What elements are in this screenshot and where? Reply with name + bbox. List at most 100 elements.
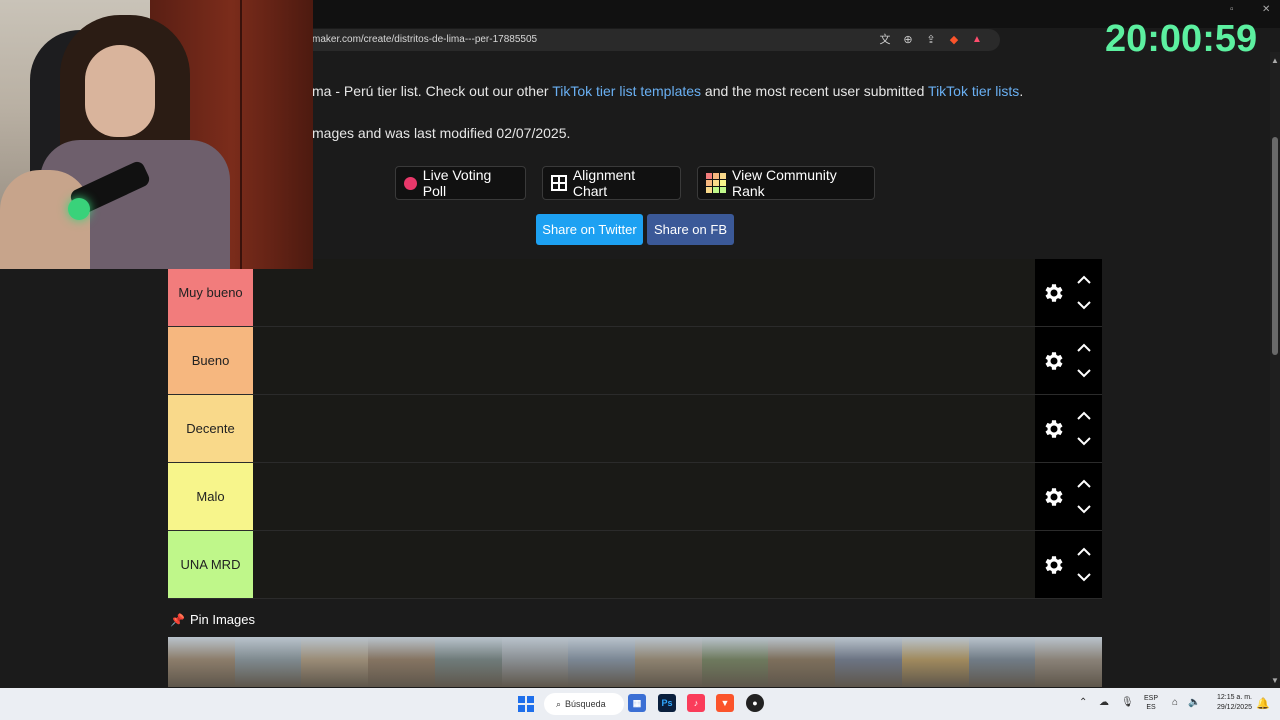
webcam-overlay	[0, 0, 313, 269]
zoom-icon[interactable]: ⊕	[901, 32, 915, 46]
notification-bell-icon[interactable]: 🔔	[1256, 697, 1270, 710]
view-community-rank-button[interactable]: View Community Rank	[697, 166, 875, 200]
district-image-thumbnail[interactable]	[968, 637, 1036, 687]
district-image-thumbnail[interactable]	[568, 637, 636, 687]
microphone-light	[68, 198, 90, 220]
district-image-thumbnail[interactable]	[434, 637, 502, 687]
district-image-thumbnail[interactable]	[234, 637, 302, 687]
translate-icon[interactable]: 文	[878, 32, 892, 46]
live-voting-poll-button[interactable]: Live Voting Poll	[395, 166, 526, 200]
chevron-up-icon[interactable]	[1076, 275, 1092, 285]
district-image-thumbnail[interactable]	[501, 637, 569, 687]
brave-shields-icon[interactable]: ◆	[947, 32, 961, 46]
chevron-down-icon[interactable]	[1076, 368, 1092, 378]
district-image-thumbnail[interactable]	[635, 637, 702, 687]
share-icon[interactable]: ⇪	[924, 32, 938, 46]
district-image-thumbnail[interactable]	[368, 637, 435, 687]
tier-label[interactable]: Muy bueno	[168, 259, 253, 326]
tier-drop-area[interactable]	[253, 531, 1035, 598]
district-image-thumbnail[interactable]	[1035, 637, 1103, 687]
network-icon[interactable]: ⌂	[1172, 697, 1178, 708]
tier-label[interactable]: Decente	[168, 395, 253, 462]
close-window-icon[interactable]: ✕	[1262, 4, 1270, 15]
gear-icon[interactable]	[1041, 485, 1065, 509]
district-image-thumbnail[interactable]	[901, 637, 969, 687]
chevron-up-icon[interactable]	[1076, 411, 1092, 421]
tier-controls	[1035, 531, 1102, 598]
district-image-thumbnail[interactable]	[301, 637, 369, 687]
tier-row: Malo	[168, 463, 1102, 531]
tiktok-tier-lists-link[interactable]: TikTok tier lists	[928, 83, 1019, 99]
tier-row: Decente	[168, 395, 1102, 463]
obs-icon[interactable]: ●	[746, 694, 764, 712]
description-text: ma - Perú tier list. Check out our other	[312, 83, 553, 99]
chevron-up-icon[interactable]	[1076, 547, 1092, 557]
tier-drop-area[interactable]	[253, 463, 1035, 530]
tier-drop-area[interactable]	[253, 259, 1035, 326]
gear-icon[interactable]	[1041, 553, 1065, 577]
live-voting-label: Live Voting Poll	[422, 167, 492, 199]
share-fb-button[interactable]: Share on FB	[647, 214, 734, 245]
description-text: .	[1019, 83, 1024, 99]
tier-drop-area[interactable]	[253, 395, 1035, 462]
minimize-icon[interactable]: ▫	[1230, 4, 1234, 15]
chevron-up-icon[interactable]	[1076, 479, 1092, 489]
tier-controls	[1035, 395, 1102, 462]
tier-row: Muy bueno	[168, 259, 1102, 327]
tier-label[interactable]: UNA MRD	[168, 531, 253, 598]
chevron-down-icon[interactable]	[1076, 504, 1092, 514]
taskbar-clock[interactable]: 12:15 a. m. 29/12/2025	[1206, 693, 1252, 713]
music-app-icon[interactable]: ♪	[687, 694, 705, 712]
scrollbar-thumb[interactable]	[1272, 137, 1278, 355]
district-image-thumbnail[interactable]	[768, 637, 836, 687]
pin-images-label: Pin Images	[189, 612, 255, 627]
community-rank-label: View Community Rank	[732, 167, 837, 199]
district-image-thumbnail[interactable]	[168, 637, 235, 687]
streamer-face	[85, 45, 155, 137]
taskbar-search-label: Búsqueda	[565, 699, 606, 709]
gear-icon[interactable]	[1041, 349, 1065, 373]
file-explorer-icon[interactable]: ▦	[628, 694, 646, 712]
windows-start-icon[interactable]	[518, 696, 534, 712]
tier-row: UNA MRD	[168, 531, 1102, 599]
scroll-down-icon[interactable]: ▼	[1271, 676, 1279, 685]
scroll-up-icon[interactable]: ▲	[1271, 56, 1279, 65]
brave-browser-icon[interactable]: ▼	[716, 694, 734, 712]
pin-images-toggle[interactable]: 📌 Pin Images	[170, 612, 255, 627]
record-dot-icon	[404, 176, 417, 190]
gear-icon[interactable]	[1041, 417, 1065, 441]
chevron-down-icon[interactable]	[1076, 572, 1092, 582]
tier-drop-area[interactable]	[253, 327, 1035, 394]
stream-clock: 20:00:59	[1105, 18, 1258, 60]
mic-tray-icon[interactable]: 🎙	[1121, 697, 1134, 708]
alignment-chart-button[interactable]: Alignment Chart	[542, 166, 681, 200]
brave-rewards-icon[interactable]: ▲	[970, 32, 984, 46]
grid-icon	[551, 175, 567, 191]
tier-controls	[1035, 463, 1102, 530]
language-indicator[interactable]: ESP ES	[1144, 694, 1158, 712]
taskbar-search[interactable]: ⌕ Búsqueda	[544, 693, 624, 715]
url-text[interactable]: maker.com/create/distritos-de-lima---per…	[312, 34, 537, 45]
image-pool	[168, 637, 1103, 687]
gear-icon[interactable]	[1041, 281, 1065, 305]
chevron-down-icon[interactable]	[1076, 436, 1092, 446]
chevron-down-icon[interactable]	[1076, 300, 1092, 310]
tiktok-templates-link[interactable]: TikTok tier list templates	[552, 83, 701, 99]
photoshop-icon[interactable]: Ps	[658, 694, 676, 712]
district-image-thumbnail[interactable]	[835, 637, 902, 687]
tier-label[interactable]: Bueno	[168, 327, 253, 394]
cloud-icon[interactable]: ☁	[1099, 697, 1109, 708]
address-bar-icons: 文 ⊕ ⇪ ◆ ▲	[878, 32, 984, 47]
share-twitter-button[interactable]: Share on Twitter	[536, 214, 643, 245]
tier-label[interactable]: Malo	[168, 463, 253, 530]
search-icon: ⌕	[556, 698, 562, 709]
chevron-up-icon[interactable]	[1076, 343, 1092, 353]
page-scrollbar[interactable]	[1270, 52, 1280, 688]
tray-expand-icon[interactable]: ⌃	[1079, 697, 1087, 708]
alignment-chart-label: Alignment Chart	[572, 167, 636, 199]
description-line-1: ma - Perú tier list. Check out our other…	[312, 83, 1023, 99]
district-image-thumbnail[interactable]	[701, 637, 769, 687]
tier-controls	[1035, 327, 1102, 394]
description-text: and the most recent user submitted	[701, 83, 929, 99]
volume-icon[interactable]: 🔈	[1188, 697, 1200, 708]
